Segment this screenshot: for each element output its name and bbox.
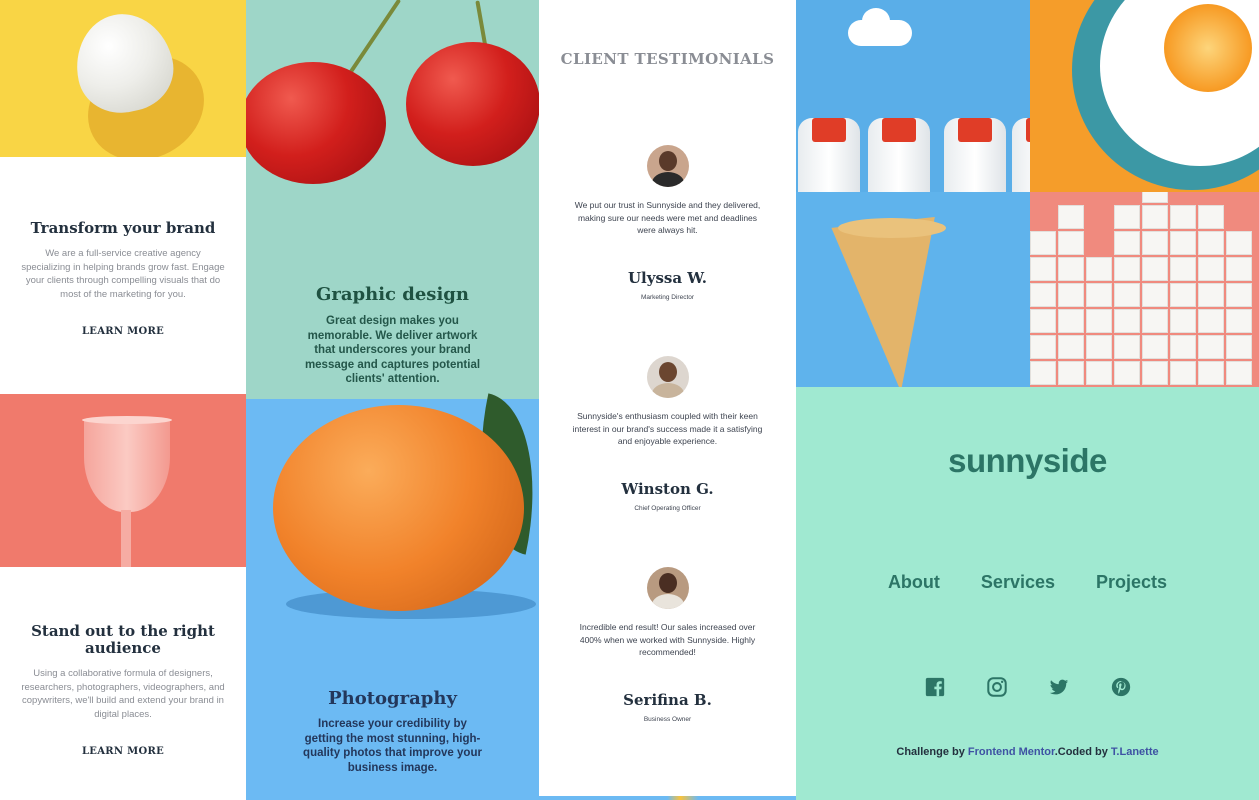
attribution-middle: .Coded by bbox=[1054, 746, 1108, 758]
footer-nav: About Services Projects bbox=[796, 572, 1259, 593]
testimonial-name: Ulyssa W. bbox=[627, 268, 708, 287]
facebook-icon[interactable] bbox=[924, 676, 946, 698]
orange-image bbox=[273, 405, 524, 611]
testimonial-quote: We put our trust in Sunnyside and they d… bbox=[574, 200, 761, 235]
nav-link-about[interactable]: About bbox=[888, 572, 940, 593]
ice-cream-cone-image bbox=[796, 192, 1030, 387]
testimonial-card: We put our trust in Sunnyside and they d… bbox=[539, 145, 796, 301]
transform-brand-text: We are a full-service creative agency sp… bbox=[21, 248, 225, 300]
pinterest-icon[interactable] bbox=[1110, 676, 1132, 698]
avatar bbox=[646, 145, 689, 187]
gallery-strip bbox=[539, 796, 796, 800]
nav-link-services[interactable]: Services bbox=[981, 572, 1055, 593]
testimonial-card: Incredible end result! Our sales increas… bbox=[539, 567, 796, 723]
image-gallery bbox=[796, 0, 1259, 387]
avatar bbox=[646, 356, 689, 398]
photography-card: Photography Increase your credibility by… bbox=[246, 393, 539, 800]
photography-title: Photography bbox=[328, 688, 457, 709]
graphic-design-card: Graphic design Great design makes you me… bbox=[246, 0, 539, 399]
egg-image bbox=[0, 0, 246, 157]
testimonial-role: Chief Operating Officer bbox=[634, 504, 701, 512]
attribution-prefix: Challenge by bbox=[896, 746, 965, 758]
graphic-design-title: Graphic design bbox=[316, 284, 469, 305]
stand-out-text: Using a collaborative formula of designe… bbox=[21, 668, 225, 720]
frontend-mentor-link[interactable]: Frontend Mentor bbox=[968, 746, 1055, 758]
testimonial-quote: Sunnyside's enthusiasm coupled with thei… bbox=[572, 411, 763, 446]
testimonial-role: Business Owner bbox=[643, 715, 692, 723]
testimonial-quote: Incredible end result! Our sales increas… bbox=[579, 622, 756, 657]
stand-out-title: Stand out to the right audience bbox=[31, 622, 215, 657]
learn-more-link-brand[interactable]: LEARN MORE bbox=[82, 326, 164, 337]
twitter-icon[interactable] bbox=[1048, 676, 1070, 698]
sugar-cubes-image bbox=[1030, 192, 1259, 387]
instagram-icon[interactable] bbox=[986, 676, 1008, 698]
graphic-design-text: Great design makes you memorable. We del… bbox=[304, 315, 481, 385]
footer: sunnyside About Services Projects Challe… bbox=[796, 387, 1259, 800]
transform-brand-card: Transform your brand We are a full-servi… bbox=[0, 157, 246, 394]
testimonial-role: Marketing Director bbox=[640, 293, 695, 301]
testimonials-heading: CLIENT TESTIMONIALS bbox=[560, 50, 775, 68]
testimonial-name: Winston G. bbox=[621, 479, 714, 498]
learn-more-link-audience[interactable]: LEARN MORE bbox=[82, 746, 164, 757]
nav-link-projects[interactable]: Projects bbox=[1096, 572, 1167, 593]
glass-image bbox=[0, 394, 246, 567]
photography-text: Increase your credibility by getting the… bbox=[303, 718, 482, 774]
cherry-image bbox=[246, 62, 386, 184]
stand-out-card: Stand out to the right audience Using a … bbox=[0, 567, 246, 800]
milk-bottles-image bbox=[796, 0, 1030, 192]
testimonial-card: Sunnyside's enthusiasm coupled with thei… bbox=[539, 356, 796, 512]
testimonials-section: CLIENT TESTIMONIALS We put our trust in … bbox=[539, 0, 796, 800]
testimonial-name: Serifina B. bbox=[623, 690, 712, 709]
sunnyside-logo[interactable]: sunnyside bbox=[796, 442, 1259, 480]
author-link[interactable]: T.Lanette bbox=[1111, 746, 1159, 758]
avatar bbox=[646, 567, 689, 609]
features-column-left: Transform your brand We are a full-servi… bbox=[0, 0, 246, 800]
gallery-and-footer-column: sunnyside About Services Projects Challe… bbox=[796, 0, 1259, 800]
transform-brand-title: Transform your brand bbox=[30, 219, 216, 237]
orange-plate-image bbox=[1030, 0, 1259, 192]
attribution: Challenge by Frontend Mentor.Coded by T.… bbox=[796, 746, 1259, 758]
social-links bbox=[796, 676, 1259, 698]
services-column: Graphic design Great design makes you me… bbox=[246, 0, 539, 800]
